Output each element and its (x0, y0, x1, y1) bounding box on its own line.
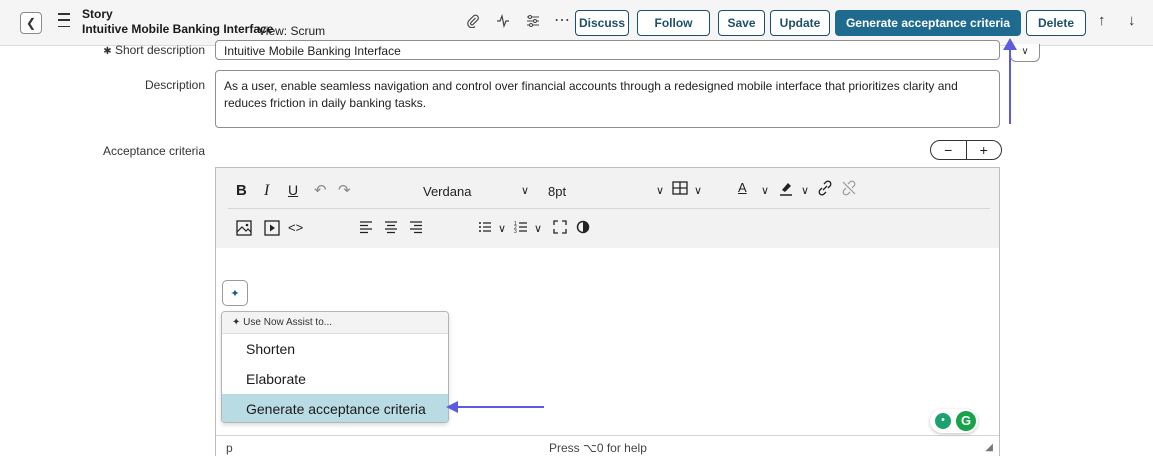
discuss-button[interactable]: Discuss (575, 10, 629, 36)
arrow-up-icon[interactable]: ↑ (1098, 12, 1106, 29)
assist-elaborate-option[interactable]: Elaborate (222, 364, 448, 394)
hamburger-menu-icon[interactable] (58, 13, 70, 27)
svg-text:3: 3 (514, 229, 517, 234)
align-right-icon[interactable] (409, 220, 423, 234)
generate-acceptance-criteria-button[interactable]: Generate acceptance criteria (835, 10, 1021, 36)
link-icon[interactable] (817, 180, 833, 196)
contrast-icon[interactable] (576, 220, 590, 234)
back-button[interactable]: ❮ (20, 12, 42, 34)
font-size-chevron-icon[interactable]: ∨ (656, 184, 664, 197)
sparkle-icon: ✦ (232, 317, 241, 328)
update-button[interactable]: Update (770, 10, 830, 36)
highlight-icon[interactable] (778, 180, 794, 196)
description-textarea[interactable]: As a user, enable seamless navigation an… (215, 70, 1000, 128)
grammarly-widget[interactable]: • G (930, 409, 978, 433)
chevron-left-icon: ❮ (25, 16, 37, 30)
bullet-list-chevron-icon[interactable]: ∨ (498, 222, 506, 235)
help-hint: Press ⌥0 for help (549, 441, 647, 455)
bullet-list-icon[interactable] (478, 220, 492, 234)
editor-statusbar: p Press ⌥0 for help ◢ (216, 435, 999, 456)
redo-icon[interactable]: ↷ (338, 181, 351, 199)
minus-icon[interactable]: − (931, 141, 967, 159)
assist-shorten-option[interactable]: Shorten (222, 334, 448, 364)
text-color-icon[interactable]: A (738, 180, 747, 195)
font-family-select[interactable]: Verdana (423, 184, 471, 199)
table-chevron-icon[interactable]: ∨ (694, 184, 702, 197)
font-size-select[interactable]: 8pt (548, 184, 566, 199)
editor-toolbar: B I U ↶ ↷ Verdana ∨ 8pt ∨ ∨ A ∨ ∨ <> ∨ 1… (216, 168, 999, 248)
highlight-chevron-icon[interactable]: ∨ (801, 184, 809, 197)
toolbar-divider (228, 208, 990, 209)
acceptance-criteria-label: Acceptance criteria (102, 144, 205, 158)
numbered-list-chevron-icon[interactable]: ∨ (534, 222, 542, 235)
fullscreen-icon[interactable] (553, 220, 567, 234)
zoom-control: − + (930, 140, 1002, 160)
description-label: Description (144, 78, 205, 92)
paperclip-icon[interactable] (466, 14, 480, 31)
follow-button[interactable]: Follow (637, 10, 710, 36)
lightbulb-icon: • (935, 413, 951, 429)
image-icon[interactable] (236, 220, 252, 236)
now-assist-button[interactable]: ✦ (222, 280, 248, 306)
code-icon[interactable]: <> (288, 220, 303, 235)
arrow-down-icon[interactable]: ↓ (1128, 12, 1136, 29)
more-icon[interactable]: ⋯ (554, 10, 570, 30)
underline-icon[interactable]: U (288, 182, 298, 198)
undo-icon[interactable]: ↶ (314, 181, 327, 199)
view-label[interactable]: View: Scrum (258, 24, 325, 38)
record-type: Story (82, 7, 113, 21)
now-assist-menu: ✦ Use Now Assist to... Shorten Elaborate… (221, 311, 449, 423)
table-icon[interactable] (672, 181, 688, 195)
font-family-chevron-icon[interactable]: ∨ (521, 184, 529, 197)
element-path[interactable]: p (226, 441, 233, 455)
activity-icon[interactable] (496, 13, 510, 31)
align-left-icon[interactable] (359, 220, 373, 234)
delete-button[interactable]: Delete (1026, 10, 1086, 36)
numbered-list-icon[interactable]: 123 (514, 220, 528, 234)
short-description-label: ✱ Short description (103, 43, 205, 57)
bold-icon[interactable]: B (236, 182, 247, 199)
grammarly-logo-icon: G (956, 411, 976, 431)
settings-sliders-icon[interactable] (526, 14, 540, 31)
now-assist-menu-header: ✦ Use Now Assist to... (222, 312, 448, 334)
text-color-chevron-icon[interactable]: ∨ (761, 184, 769, 197)
short-description-input[interactable]: Intuitive Mobile Banking Interface (215, 40, 1000, 60)
record-title: Intuitive Mobile Banking Interface (82, 22, 274, 36)
unlink-icon[interactable] (841, 180, 857, 196)
media-icon[interactable] (264, 220, 280, 236)
save-button[interactable]: Save (718, 10, 765, 36)
resize-handle-icon[interactable]: ◢ (985, 442, 993, 453)
sparkle-icon: ✦ (230, 287, 240, 300)
align-center-icon[interactable] (384, 220, 398, 234)
plus-icon[interactable]: + (967, 141, 1002, 159)
assist-generate-acceptance-criteria-option[interactable]: Generate acceptance criteria (222, 394, 448, 422)
italic-icon[interactable]: I (264, 182, 269, 200)
